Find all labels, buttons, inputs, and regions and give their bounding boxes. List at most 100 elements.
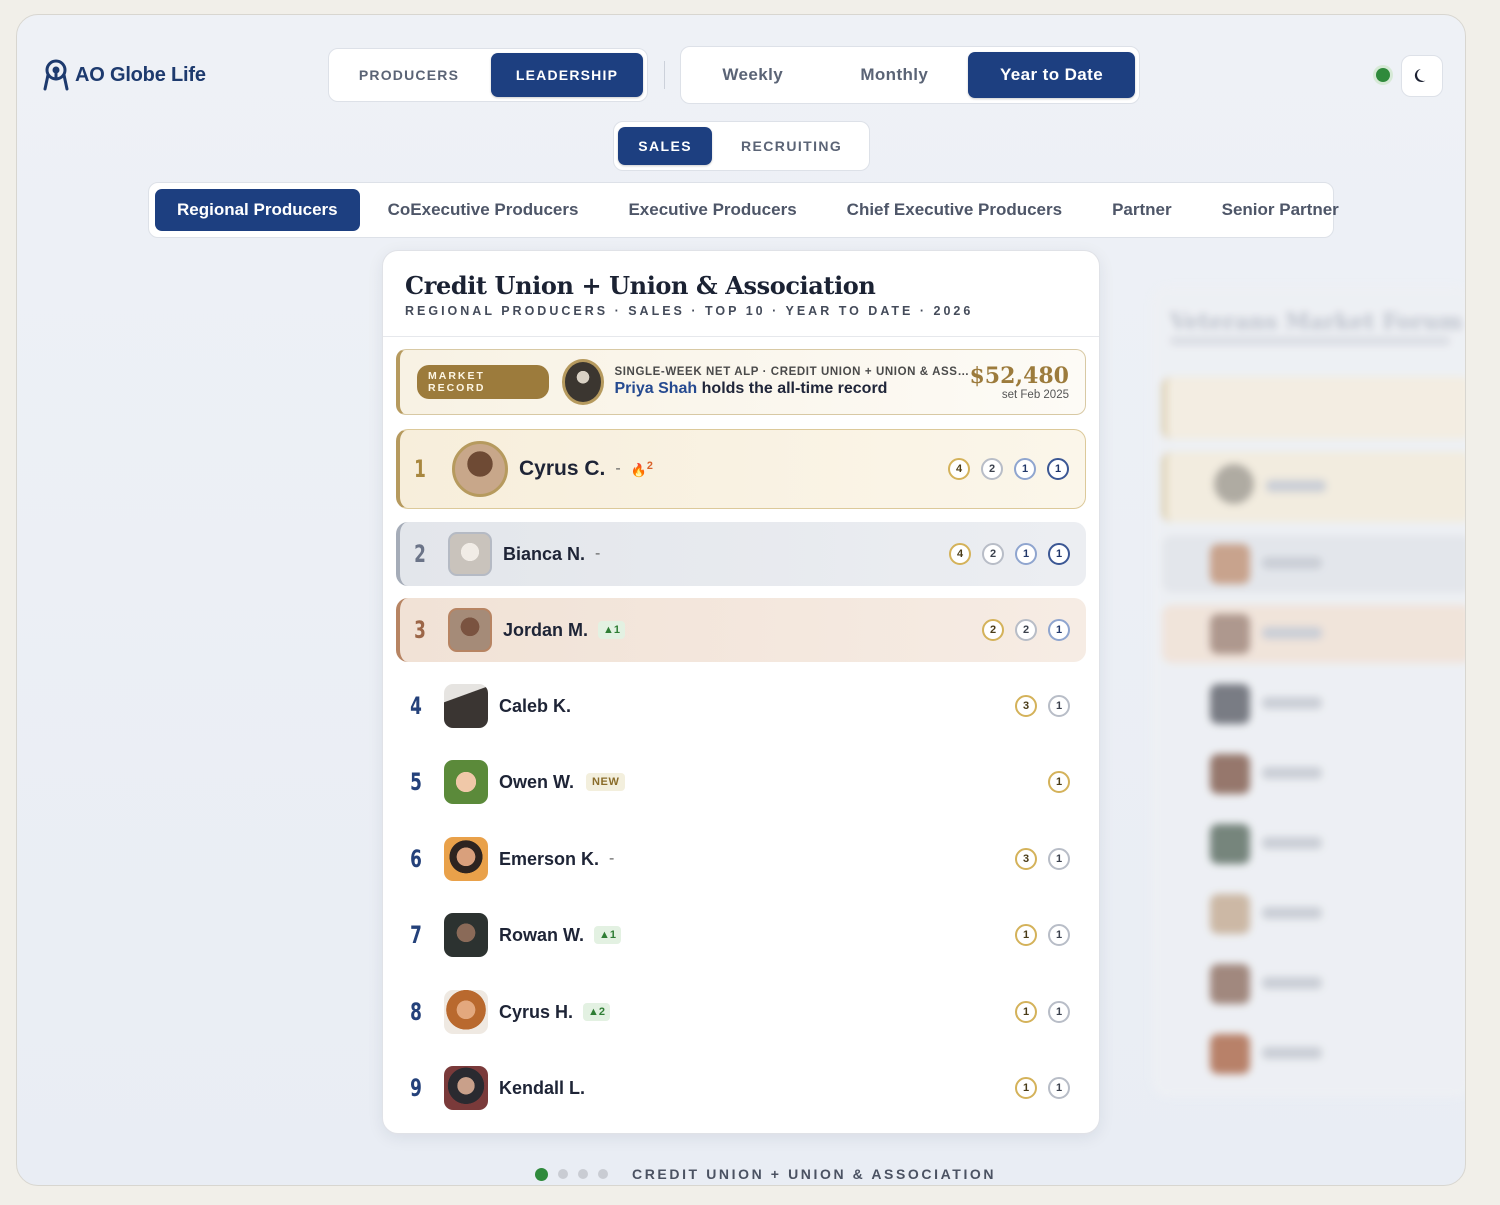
medal-badge: 1 xyxy=(1015,1001,1037,1023)
leaderboard-row[interactable]: 2 Bianca N. - 4 2 1 1 xyxy=(396,522,1086,586)
leaderboard-row[interactable]: 7 Rowan W. ▲1 1 1 xyxy=(396,903,1086,967)
medal-badge: 1 xyxy=(1015,924,1037,946)
leaderboard-row[interactable]: 3 Jordan M. ▲1 2 2 1 xyxy=(396,598,1086,662)
rank-change-none: - xyxy=(595,545,601,562)
medal-list: 1 1 xyxy=(1015,1001,1070,1023)
rank-number: 7 xyxy=(410,921,422,949)
market-record-banner[interactable]: MARKET RECORD SINGLE-WEEK NET ALP · CRED… xyxy=(396,349,1086,415)
leaderboard-row[interactable]: 9 Kendall L. 1 1 xyxy=(396,1056,1086,1120)
market-record-badge: MARKET RECORD xyxy=(417,365,549,399)
tab-leadership[interactable]: LEADERSHIP xyxy=(491,53,643,97)
pager-dot-2[interactable] xyxy=(558,1169,568,1179)
ghost-row xyxy=(1162,815,1465,873)
medal-list: 3 1 xyxy=(1015,848,1070,870)
medal-list: 4 2 1 1 xyxy=(948,458,1069,480)
rank-up-badge: ▲1 xyxy=(594,926,622,944)
medal-badge: 2 xyxy=(982,619,1004,641)
toolbar-divider xyxy=(664,61,665,89)
period-toggle: Weekly Monthly Year to Date xyxy=(680,46,1140,104)
rank-number: 9 xyxy=(410,1074,422,1102)
medal-list: 1 1 xyxy=(1015,1077,1070,1099)
leaderboard-row[interactable]: 6 Emerson K. - 3 1 xyxy=(396,827,1086,891)
rank-number: 8 xyxy=(410,998,422,1026)
producer-name: Rowan W. xyxy=(499,924,584,945)
medal-badge: 1 xyxy=(1015,1077,1037,1099)
pager-dot-1[interactable] xyxy=(535,1167,548,1181)
avatar xyxy=(452,441,508,497)
leaderboard-row[interactable]: 1 Cyrus C. - 🔥2 4 2 1 1 xyxy=(396,429,1086,509)
rank-number: 1 xyxy=(414,455,426,483)
medal-badge: 1 xyxy=(1048,848,1070,870)
medal-list: 1 1 xyxy=(1015,924,1070,946)
tab-chief-executive-producers[interactable]: Chief Executive Producers xyxy=(825,189,1084,231)
pager-label: CREDIT UNION + UNION & ASSOCIATION xyxy=(632,1166,997,1182)
pager-dot-4[interactable] xyxy=(598,1169,608,1179)
avatar xyxy=(448,532,492,576)
producer-name: Bianca N. xyxy=(503,543,586,564)
avatar xyxy=(444,837,488,881)
ghost-row xyxy=(1162,955,1465,1013)
new-entry-badge: NEW xyxy=(586,773,626,791)
moon-icon xyxy=(1414,69,1426,82)
record-holder-name[interactable]: Priya Shah xyxy=(614,380,697,397)
rank-change-none: - xyxy=(609,850,615,867)
board-pager: CREDIT UNION + UNION & ASSOCIATION xyxy=(535,1166,996,1182)
tab-year-to-date[interactable]: Year to Date xyxy=(968,52,1136,98)
medal-badge: 3 xyxy=(1015,848,1037,870)
medal-list: 4 2 1 1 xyxy=(949,543,1070,565)
medal-badge: 2 xyxy=(981,458,1003,480)
rank-number: 2 xyxy=(414,540,426,568)
brand-logo[interactable]: AO Globe Life xyxy=(43,59,206,91)
rank-number: 3 xyxy=(414,616,426,644)
rank-change-none: - xyxy=(615,460,621,477)
producer-name: Kendall L. xyxy=(499,1077,586,1098)
leaderboard-subtitle: REGIONAL PRODUCERS · SALES · TOP 10 · YE… xyxy=(405,304,974,318)
next-board-title: Veterans Market Forum xyxy=(1170,309,1463,335)
ghost-row xyxy=(1162,452,1465,522)
record-line: Priya Shah holds the all-time record xyxy=(614,380,969,398)
tab-senior-partner[interactable]: Senior Partner xyxy=(1200,189,1361,231)
tab-partner[interactable]: Partner xyxy=(1090,189,1194,231)
rank-up-badge: ▲2 xyxy=(583,1003,611,1021)
tier-tabs: Regional Producers CoExecutive Producers… xyxy=(148,182,1339,238)
record-holder-suffix: holds the all-time record xyxy=(701,380,888,397)
medal-badge: 1 xyxy=(1048,924,1070,946)
tab-producers[interactable]: PRODUCERS xyxy=(333,53,485,97)
producer-name: Cyrus C. xyxy=(519,457,606,480)
next-board-preview[interactable]: Veterans Market Forum xyxy=(1152,287,1465,1097)
avatar xyxy=(444,1066,488,1110)
rank-up-badge: ▲1 xyxy=(598,621,626,639)
leaderboard-row[interactable]: 8 Cyrus H. ▲2 1 1 xyxy=(396,980,1086,1044)
tab-recruiting[interactable]: RECRUITING xyxy=(718,127,865,165)
app-frame: AO Globe Life PRODUCERS LEADERSHIP Weekl… xyxy=(16,14,1466,1186)
leaderboard-row[interactable]: 4 Caleb K. 3 1 xyxy=(396,674,1086,738)
tab-coexecutive-producers[interactable]: CoExecutive Producers xyxy=(366,189,601,231)
producer-name: Owen W. xyxy=(499,771,575,792)
tab-sales[interactable]: SALES xyxy=(618,127,713,165)
leaderboard-card: Credit Union + Union & Association REGIO… xyxy=(382,250,1100,1134)
pager-dot-3[interactable] xyxy=(578,1169,588,1179)
leaderboard-title: Credit Union + Union & Association xyxy=(405,271,876,300)
ghost-row xyxy=(1162,605,1465,663)
brand-name: AO Globe Life xyxy=(75,63,206,86)
record-meta: SINGLE-WEEK NET ALP · CREDIT UNION + UNI… xyxy=(614,366,969,378)
producer-name: Cyrus H. xyxy=(499,1001,574,1022)
avatar xyxy=(444,913,488,957)
record-text: SINGLE-WEEK NET ALP · CREDIT UNION + UNI… xyxy=(614,366,969,398)
tab-regional-producers[interactable]: Regional Producers xyxy=(155,189,360,231)
medal-badge: 2 xyxy=(1015,619,1037,641)
tab-monthly[interactable]: Monthly xyxy=(827,52,963,98)
medal-badge: 3 xyxy=(1015,695,1037,717)
producer-name: Caleb K. xyxy=(499,695,572,716)
theme-toggle-button[interactable] xyxy=(1401,55,1443,97)
medal-badge: 2 xyxy=(982,543,1004,565)
next-board-subtitle-placeholder xyxy=(1170,337,1450,345)
avatar xyxy=(444,760,488,804)
ghost-row xyxy=(1162,535,1465,593)
tab-executive-producers[interactable]: Executive Producers xyxy=(606,189,818,231)
medal-list: 3 1 xyxy=(1015,695,1070,717)
tab-weekly[interactable]: Weekly xyxy=(685,52,821,98)
leaderboard-row[interactable]: 5 Owen W. NEW 1 xyxy=(396,750,1086,814)
ghost-row xyxy=(1162,885,1465,943)
avatar xyxy=(448,608,492,652)
